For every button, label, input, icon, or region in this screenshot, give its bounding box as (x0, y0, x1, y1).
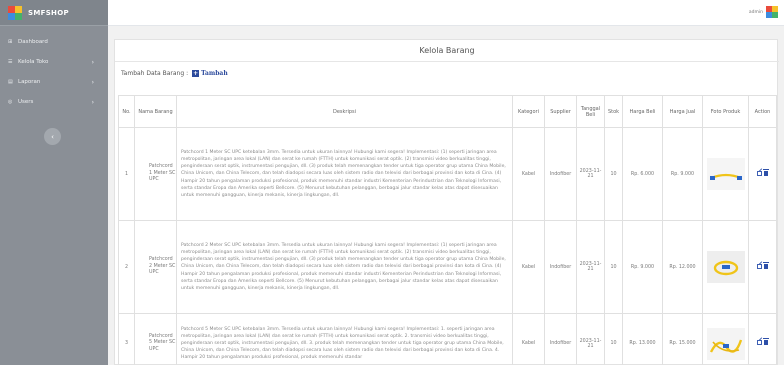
sidebar-item-label: Kelola Toko (18, 59, 49, 65)
product-photo (706, 158, 745, 190)
cell-desc: Patchcord 5 Meter SC UPC ketebalan 3mm. … (176, 313, 513, 365)
cell-stok: 10 (604, 127, 623, 221)
cell-stok: 10 (604, 313, 623, 365)
kelola-barang-card: Kelola Barang Tambah Data Barang : + Tam… (114, 39, 779, 365)
cell-kategori: Kabel (512, 127, 545, 221)
product-photo (706, 251, 745, 283)
cell-harga-beli: Rp. 9.000 (622, 220, 663, 314)
header-nama-barang: Nama Barang (134, 95, 177, 128)
cell-action (748, 220, 777, 314)
cell-no: 1 (118, 127, 135, 221)
cell-tanggal: 2023-11-21 (576, 220, 605, 314)
header-harga-beli: Harga Beli (622, 95, 663, 128)
dashboard-icon: ⊞ (8, 39, 13, 45)
edit-icon[interactable] (757, 263, 762, 269)
cell-stok: 10 (604, 220, 623, 314)
table-row: 1 Patchcord 1 Meter SC UPC Patchcord 1 M… (118, 127, 777, 221)
user-avatar-icon (766, 6, 778, 18)
page-title: Kelola Barang (115, 40, 779, 62)
cell-harga-jual: Rp. 9.000 (662, 127, 703, 221)
cell-no: 3 (118, 313, 135, 365)
header-harga-jual: Harga Jual (662, 95, 703, 128)
chevron-right-icon: › (91, 58, 94, 66)
store-icon: ☰ (8, 59, 13, 65)
sidebar-toggle-button[interactable]: ‹ (44, 128, 61, 145)
header-deskripsi: Deskripsi (176, 95, 513, 128)
cell-desc: Patchcord 2 Meter SC UPC ketebalan 3mm. … (176, 220, 513, 314)
table-row: 3 Patchcord 5 Meter SC UPC Patchcord 5 M… (118, 313, 777, 365)
header-action: Action (748, 95, 777, 128)
user-name: admin (748, 9, 763, 15)
sidebar-item-users[interactable]: ◎ Users › (0, 92, 108, 112)
header-tanggal-beli: Tanggal Beli (576, 95, 605, 128)
cell-kategori: Kabel (512, 313, 545, 365)
cell-tanggal: 2023-11-21 (576, 127, 605, 221)
sidebar-item-label: Users (18, 99, 34, 105)
users-icon: ◎ (8, 99, 13, 105)
cell-photo (702, 127, 749, 221)
report-icon: ▤ (8, 79, 13, 85)
add-label: Tambah Data Barang : (121, 70, 189, 77)
header-kategori: Kategori (512, 95, 545, 128)
header-supplier: Supplier (544, 95, 577, 128)
sidebar-item-label: Laporan (18, 79, 41, 85)
header-no: No. (118, 95, 135, 128)
sidebar: SMFSHOP ⊞ Dashboard ☰ Kelola Toko › ▤ La… (0, 0, 108, 365)
cell-no: 2 (118, 220, 135, 314)
brand-logo-icon (8, 5, 22, 20)
cell-name: Patchcord 5 Meter SC UPC (134, 313, 177, 365)
add-button[interactable]: + Tambah (192, 70, 228, 77)
cell-supplier: Indofiber (544, 313, 577, 365)
cell-kategori: Kabel (512, 220, 545, 314)
plus-icon: + (192, 70, 200, 77)
barang-table: No. Nama Barang Deskripsi Kategori Suppl… (118, 95, 777, 365)
cell-harga-beli: Rp. 6.000 (622, 127, 663, 221)
cell-supplier: Indofiber (544, 127, 577, 221)
sidebar-item-kelola-toko[interactable]: ☰ Kelola Toko › (0, 52, 108, 72)
user-menu[interactable]: admin (749, 6, 778, 18)
cell-action (748, 127, 777, 221)
cell-desc: Patchcord 1 Meter SC UPC ketebalan 3mm. … (176, 127, 513, 221)
topbar: admin (108, 0, 784, 26)
brand[interactable]: SMFSHOP (0, 0, 108, 26)
cell-name: Patchcord 1 Meter SC UPC (134, 127, 177, 221)
edit-icon[interactable] (757, 340, 762, 345)
cell-name: Patchcord 2 Meter SC UPC (134, 220, 177, 314)
patchcord-image-icon (706, 158, 745, 190)
cell-tanggal: 2023-11-21 (576, 313, 605, 365)
add-button-label: Tambah (201, 70, 228, 77)
chevron-left-icon: ‹ (51, 132, 54, 141)
cell-photo (702, 220, 749, 314)
brand-name: SMFSHOP (28, 8, 69, 17)
chevron-right-icon: › (91, 98, 94, 106)
product-photo (706, 327, 745, 360)
edit-icon[interactable] (757, 170, 762, 176)
cell-action (748, 313, 777, 365)
table-header-row: No. Nama Barang Deskripsi Kategori Suppl… (118, 95, 777, 128)
sidebar-item-dashboard[interactable]: ⊞ Dashboard (0, 32, 108, 52)
chevron-right-icon: › (91, 78, 94, 86)
cell-harga-jual: Rp. 15.000 (662, 313, 703, 365)
trash-icon[interactable] (763, 261, 769, 269)
cell-photo (702, 313, 749, 365)
table-row: 2 Patchcord 2 Meter SC UPC Patchcord 2 M… (118, 220, 777, 314)
sidebar-item-laporan[interactable]: ▤ Laporan › (0, 72, 108, 92)
trash-icon[interactable] (763, 168, 769, 176)
sidebar-item-label: Dashboard (18, 39, 48, 45)
add-bar: Tambah Data Barang : + Tambah (121, 70, 228, 77)
cell-harga-beli: Rp. 13.000 (622, 313, 663, 365)
main-content: Kelola Barang Tambah Data Barang : + Tam… (108, 26, 784, 365)
header-foto-produk: Foto Produk (702, 95, 749, 128)
patchcord-bundle-image-icon (706, 327, 745, 360)
cell-supplier: Indofiber (544, 220, 577, 314)
cell-harga-jual: Rp. 12.000 (662, 220, 703, 314)
header-stok: Stok (604, 95, 623, 128)
trash-icon[interactable] (763, 338, 769, 345)
patchcord-coil-image-icon (706, 251, 745, 283)
